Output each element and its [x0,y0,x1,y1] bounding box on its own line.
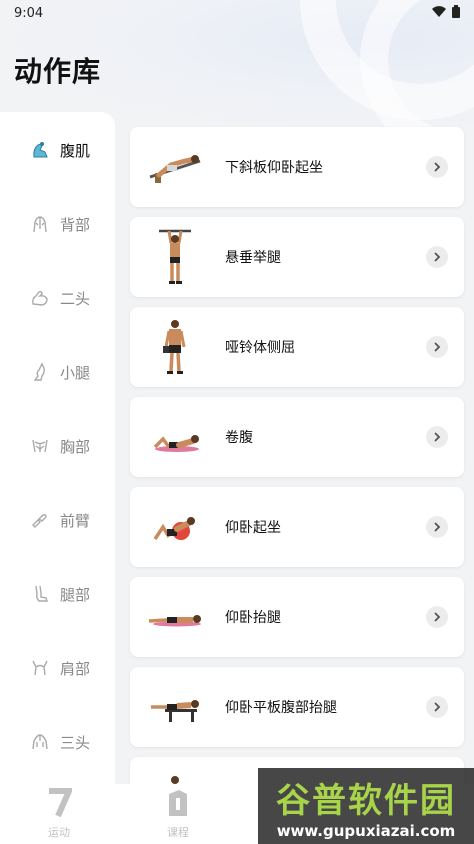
nav-label: 运动 [48,826,70,839]
sidebar-item-back[interactable]: 背部 [0,201,115,247]
sidebar-item-legs[interactable]: 腿部 [0,571,115,617]
exercise-label: 悬垂举腿 [225,250,281,266]
sidebar-item-chest[interactable]: 胸部 [0,423,115,469]
nav-label: 课程 [167,826,189,839]
situp-image [140,492,210,562]
crunch-image [140,402,210,472]
back-icon [30,214,50,234]
exercise-label: 仰卧起坐 [225,520,281,536]
wifi-icon [432,5,446,21]
flat-bench-leg-raise-image [140,672,210,742]
sidebar-item-abs[interactable]: 腹肌 [0,127,115,173]
chevron-right-icon [426,156,448,178]
chevron-right-icon [426,606,448,628]
nav-item-workout[interactable]: 运动 [29,788,89,840]
exercise-card[interactable]: 悬垂举腿 [130,217,464,297]
sidebar-item-shoulder[interactable]: 肩部 [0,645,115,691]
abs-icon [30,140,50,160]
exercise-card[interactable]: 仰卧起坐 [130,487,464,567]
sidebar-item-label: 腹肌 [60,141,91,160]
exercise-card[interactable]: 卷腹 [130,397,464,477]
decline-situp-image [140,132,210,202]
status-time: 9:04 [14,5,44,21]
dumbbell-side-bend-image [140,312,210,382]
exercise-card[interactable]: 仰卧平板腹部抬腿 [130,667,464,747]
biceps-icon [30,288,50,308]
exercise-card[interactable]: 下斜板仰卧起坐 [130,127,464,207]
sidebar-item-label: 腿部 [60,585,91,604]
hanging-leg-raise-image [140,222,210,292]
sidebar-item-label: 二头 [60,289,91,308]
status-bar: 9:04 [0,0,474,26]
page-title: 动作库 [14,55,102,88]
exercise-label: 下斜板仰卧起坐 [225,160,323,176]
sidebar-item-label: 三头 [60,733,91,752]
forearm-icon [30,510,50,530]
chevron-right-icon [426,336,448,358]
sidebar-item-label: 小腿 [60,363,91,382]
exercise-label: 仰卧抬腿 [225,610,281,626]
watermark-title: 谷普软件园 [276,780,456,821]
course-icon [165,788,191,822]
chevron-right-icon [426,516,448,538]
category-sidebar: 腹肌 背部 二头 小腿 胸部 前臂 腿部 肩部 三头 [0,112,115,784]
sidebar-item-label: 肩部 [60,659,91,678]
chest-icon [30,436,50,456]
sidebar-item-label: 胸部 [60,437,91,456]
sidebar-item-label: 背部 [60,215,91,234]
workout-icon [46,788,74,822]
sidebar-item-triceps[interactable]: 三头 [0,719,115,765]
chevron-right-icon [426,426,448,448]
sidebar-item-biceps[interactable]: 二头 [0,275,115,321]
sidebar-item-label: 前臂 [60,511,91,530]
leg-icon [30,584,50,604]
exercise-card[interactable]: 哑铃体侧屈 [130,307,464,387]
exercise-label: 哑铃体侧屈 [225,340,295,356]
battery-icon [452,4,460,22]
watermark-url: www.gupuxiazai.com [276,821,456,840]
lying-leg-raise-image [140,582,210,652]
sidebar-item-calf[interactable]: 小腿 [0,349,115,395]
triceps-icon [30,732,50,752]
watermark: 谷普软件园 www.gupuxiazai.com [258,768,474,844]
chevron-right-icon [426,246,448,268]
exercise-card[interactable]: 仰卧抬腿 [130,577,464,657]
sidebar-item-forearm[interactable]: 前臂 [0,497,115,543]
exercise-label: 卷腹 [225,430,253,446]
shoulder-icon [30,658,50,678]
chevron-right-icon [426,696,448,718]
nav-item-course[interactable]: 课程 [148,788,208,840]
calf-icon [30,362,50,382]
exercise-label: 仰卧平板腹部抬腿 [225,700,337,716]
